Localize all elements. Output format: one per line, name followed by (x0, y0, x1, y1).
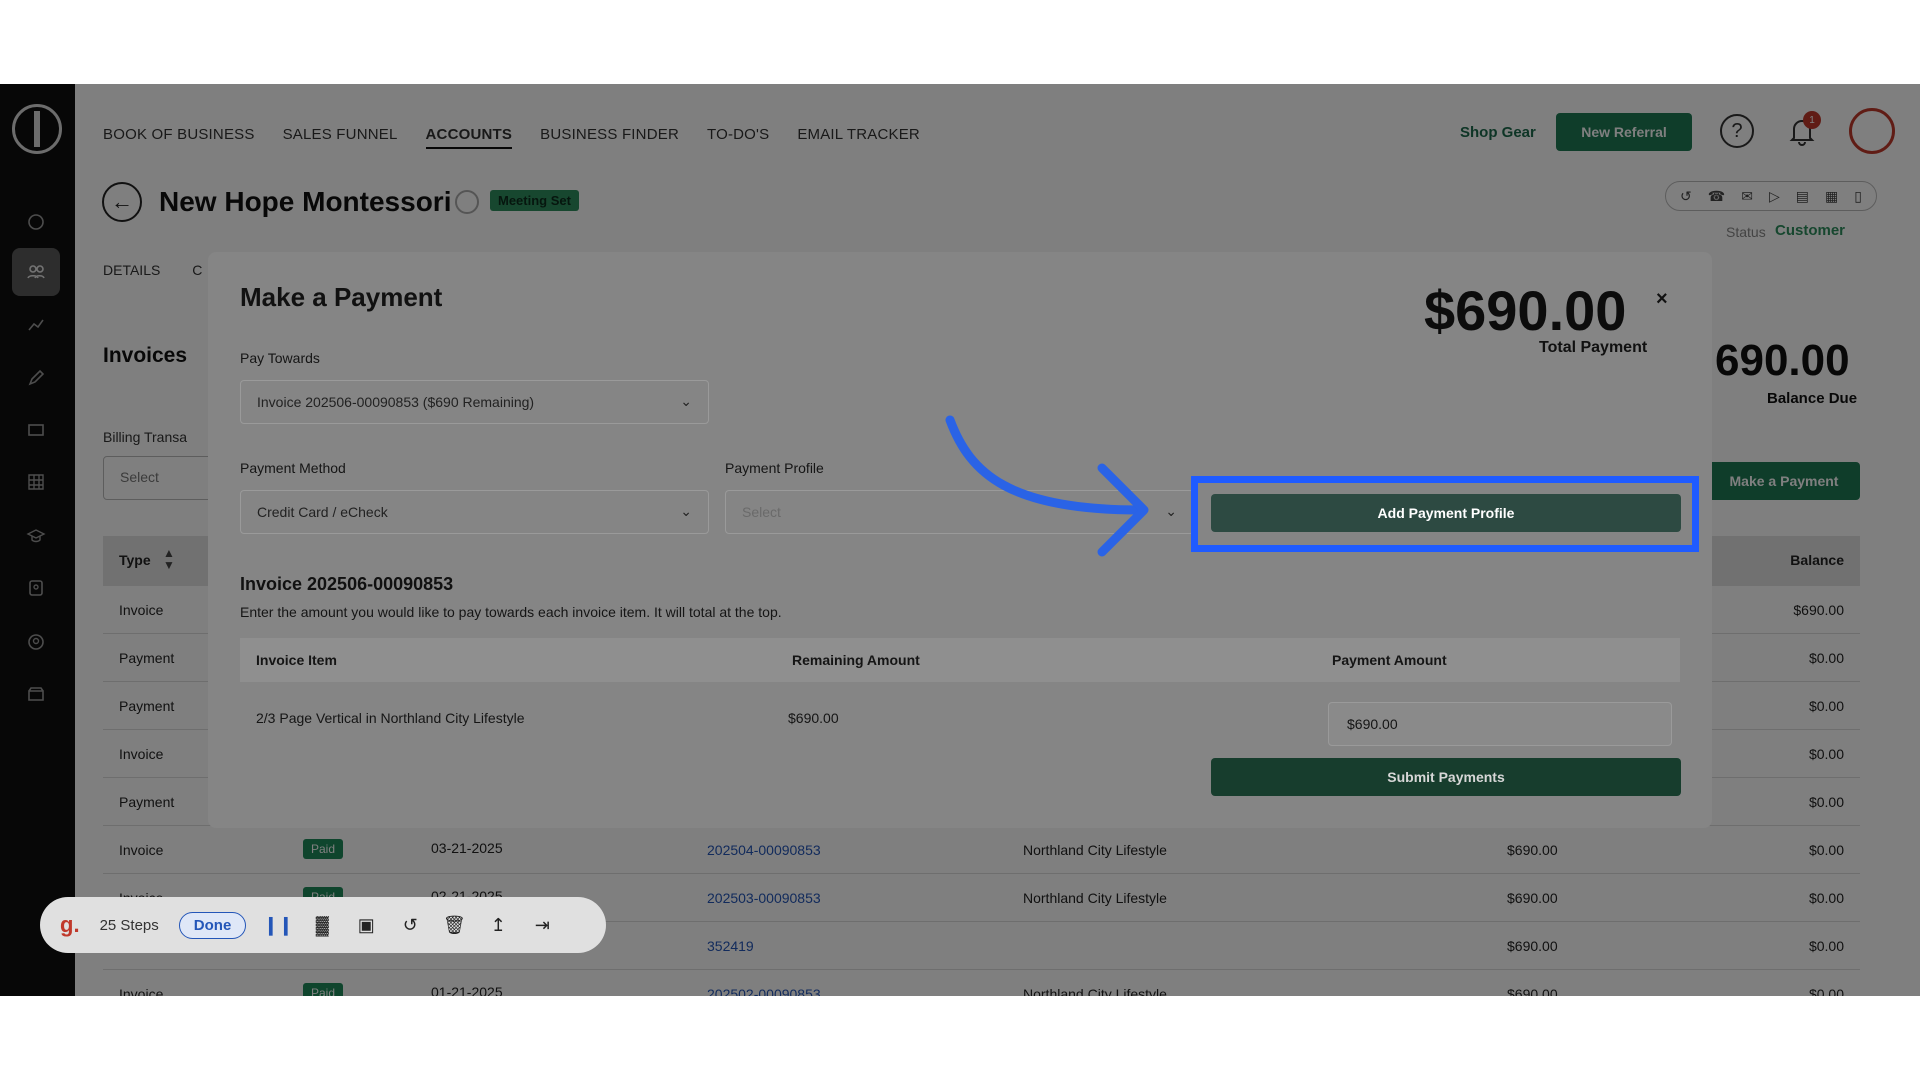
add-payment-profile-button[interactable]: Add Payment Profile (1211, 494, 1681, 532)
done-button[interactable]: Done (178, 911, 247, 939)
modal-title: Make a Payment (240, 282, 443, 312)
chevron-down-icon: ⌄ (680, 393, 692, 409)
close-icon[interactable]: × (1656, 288, 1668, 311)
col-invoice-item: Invoice Item (256, 652, 337, 668)
col-payment-amount: Payment Amount (1332, 652, 1447, 668)
steps-count: 25 Steps (99, 916, 159, 934)
payment-amount-input[interactable]: $690.00 (1328, 702, 1672, 746)
recorder-logo: g. (60, 912, 80, 937)
payment-method-select[interactable]: Credit Card / eCheck ⌄ (240, 490, 709, 534)
invoice-item-remaining: $690.00 (788, 710, 839, 726)
pay-towards-label: Pay Towards (240, 350, 320, 366)
total-payment-amount: $690.00 (1424, 279, 1627, 342)
invoice-item-name: 2/3 Page Vertical in Northland City Life… (256, 710, 525, 726)
pay-towards-select[interactable]: Invoice 202506-00090853 ($690 Remaining)… (240, 380, 709, 424)
total-payment-label: Total Payment (1539, 339, 1648, 356)
tutorial-arrow-icon (945, 415, 1149, 557)
image-icon[interactable]: ▣ (354, 913, 378, 937)
pause-icon[interactable]: ❙❙ (263, 913, 293, 937)
payment-profile-label: Payment Profile (725, 460, 824, 476)
upload-icon[interactable]: ↥ (486, 913, 510, 937)
skip-icon[interactable]: ⇥ (530, 913, 554, 937)
invoice-description: Enter the amount you would like to pay t… (240, 604, 782, 620)
trash-icon[interactable]: 🗑 (442, 913, 466, 937)
app-frame: BOOK OF BUSINESS SALES FUNNEL ACCOUNTS B… (0, 84, 1920, 996)
blur-icon[interactable]: ▓ (310, 913, 334, 937)
chevron-down-icon: ⌄ (680, 503, 692, 519)
invoice-title: Invoice 202506-00090853 (240, 574, 454, 594)
payment-profile-placeholder: Select (742, 504, 781, 520)
payment-method-label: Payment Method (240, 460, 346, 476)
payment-method-value: Credit Card / eCheck (257, 504, 388, 520)
col-remaining-amount: Remaining Amount (792, 652, 920, 668)
undo-icon[interactable]: ↺ (398, 913, 422, 937)
pay-towards-value: Invoice 202506-00090853 ($690 Remaining) (257, 394, 535, 410)
recorder-toolbar: g. 25 Steps Done ❙❙ ▓ ▣ ↺ 🗑 ↥ ⇥ (40, 897, 606, 953)
submit-payments-button[interactable]: Submit Payments (1211, 758, 1681, 796)
